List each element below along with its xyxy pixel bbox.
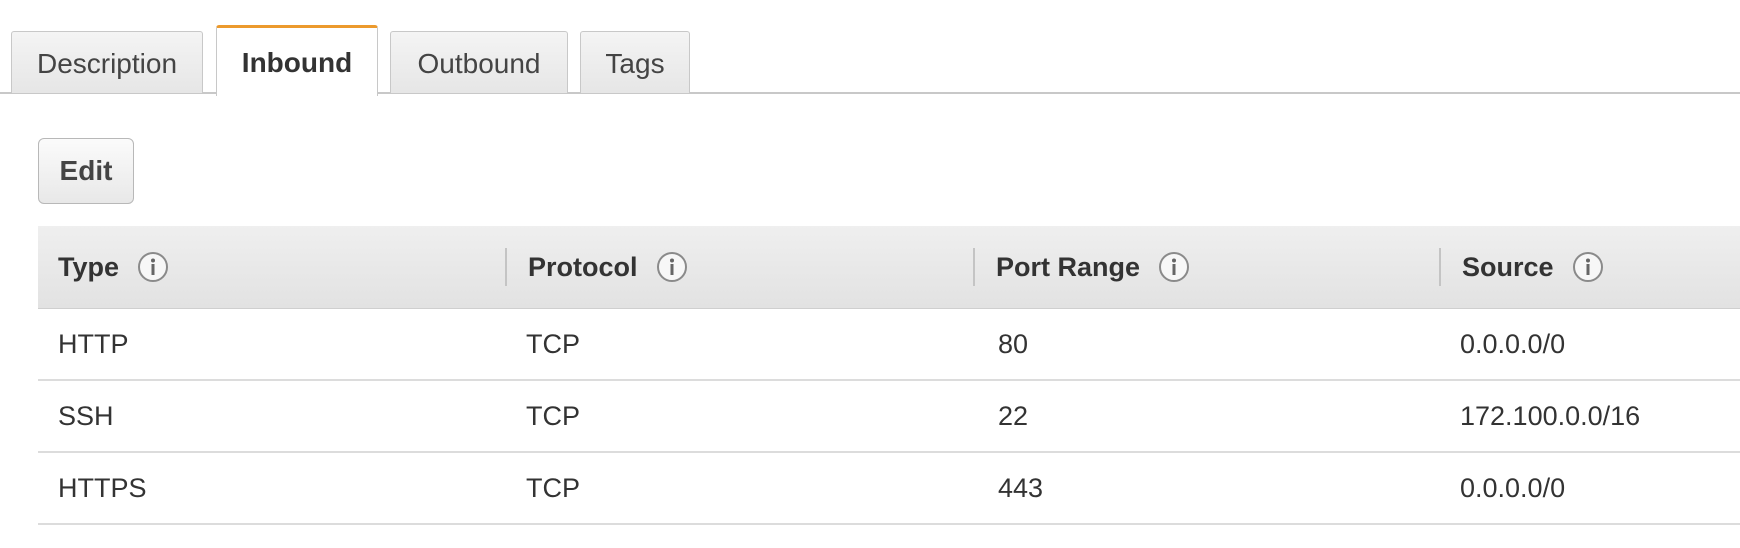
cell-source: 172.100.0.0/16 <box>1460 400 1641 431</box>
cell-protocol: TCP <box>526 328 580 359</box>
cell-source: 0.0.0.0/0 <box>1460 472 1566 503</box>
table-row[interactable]: SSH TCP 22 172.100.0.0/16 <box>38 381 1740 453</box>
tab-bar: Description Inbound Outbound Tags <box>0 0 1740 96</box>
table-header: Type Protocol Port Range Source <box>38 226 1740 309</box>
table-row[interactable]: HTTPS TCP 443 0.0.0.0/0 <box>38 453 1740 525</box>
info-icon[interactable] <box>1572 251 1604 283</box>
column-header-label: Type <box>58 251 120 282</box>
cell-port-range: 22 <box>998 400 1029 431</box>
cell-source: 0.0.0.0/0 <box>1460 328 1566 359</box>
info-icon[interactable] <box>1158 251 1190 283</box>
column-header-type[interactable]: Type <box>58 226 169 308</box>
cell-port-range: 443 <box>998 472 1044 503</box>
info-icon[interactable] <box>656 251 688 283</box>
tab-tags[interactable]: Tags <box>580 31 690 93</box>
column-divider[interactable] <box>1439 248 1441 286</box>
column-header-label: Port Range <box>996 251 1141 282</box>
cell-type: HTTP <box>58 328 129 359</box>
column-divider[interactable] <box>973 248 975 286</box>
tab-label: Inbound <box>241 47 353 78</box>
cell-type: SSH <box>58 400 114 431</box>
tab-label: Outbound <box>417 47 541 79</box>
cell-type: HTTPS <box>58 472 147 503</box>
table-row[interactable]: HTTP TCP 80 0.0.0.0/0 <box>38 309 1740 381</box>
column-divider[interactable] <box>505 248 507 286</box>
info-icon[interactable] <box>137 251 169 283</box>
cell-protocol: TCP <box>526 400 580 431</box>
cell-port-range: 80 <box>998 328 1029 359</box>
tab-inbound[interactable]: Inbound <box>216 25 378 96</box>
column-header-label: Protocol <box>528 251 638 282</box>
column-header-source[interactable]: Source <box>1462 226 1604 308</box>
column-header-label: Source <box>1462 251 1554 282</box>
tab-description[interactable]: Description <box>11 31 203 93</box>
column-header-port-range[interactable]: Port Range <box>996 226 1190 308</box>
edit-button[interactable]: Edit <box>38 138 134 204</box>
cell-protocol: TCP <box>526 472 580 503</box>
tab-label: Tags <box>605 47 665 79</box>
tab-outbound[interactable]: Outbound <box>390 31 568 93</box>
tab-label: Description <box>36 47 178 79</box>
column-header-protocol[interactable]: Protocol <box>528 226 688 308</box>
inbound-rules-table: Type Protocol Port Range Source HTTP TCP… <box>38 226 1740 525</box>
